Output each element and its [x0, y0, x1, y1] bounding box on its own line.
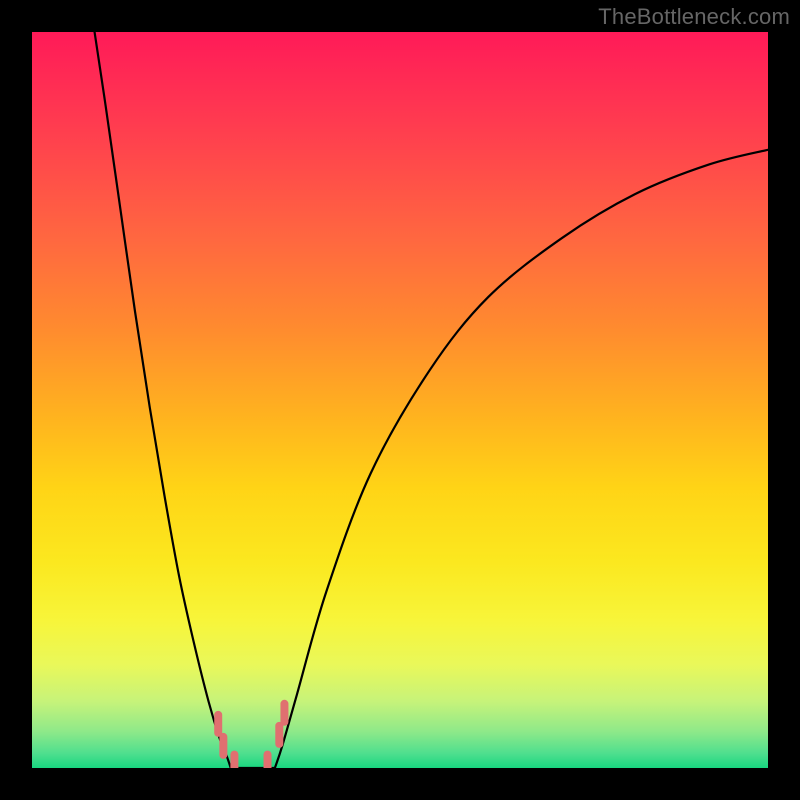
watermark-text: TheBottleneck.com — [598, 4, 790, 30]
chart-frame: TheBottleneck.com — [0, 0, 800, 800]
bottleneck-curve — [95, 32, 768, 768]
plot-area — [32, 32, 768, 768]
curve-layer — [32, 32, 768, 768]
